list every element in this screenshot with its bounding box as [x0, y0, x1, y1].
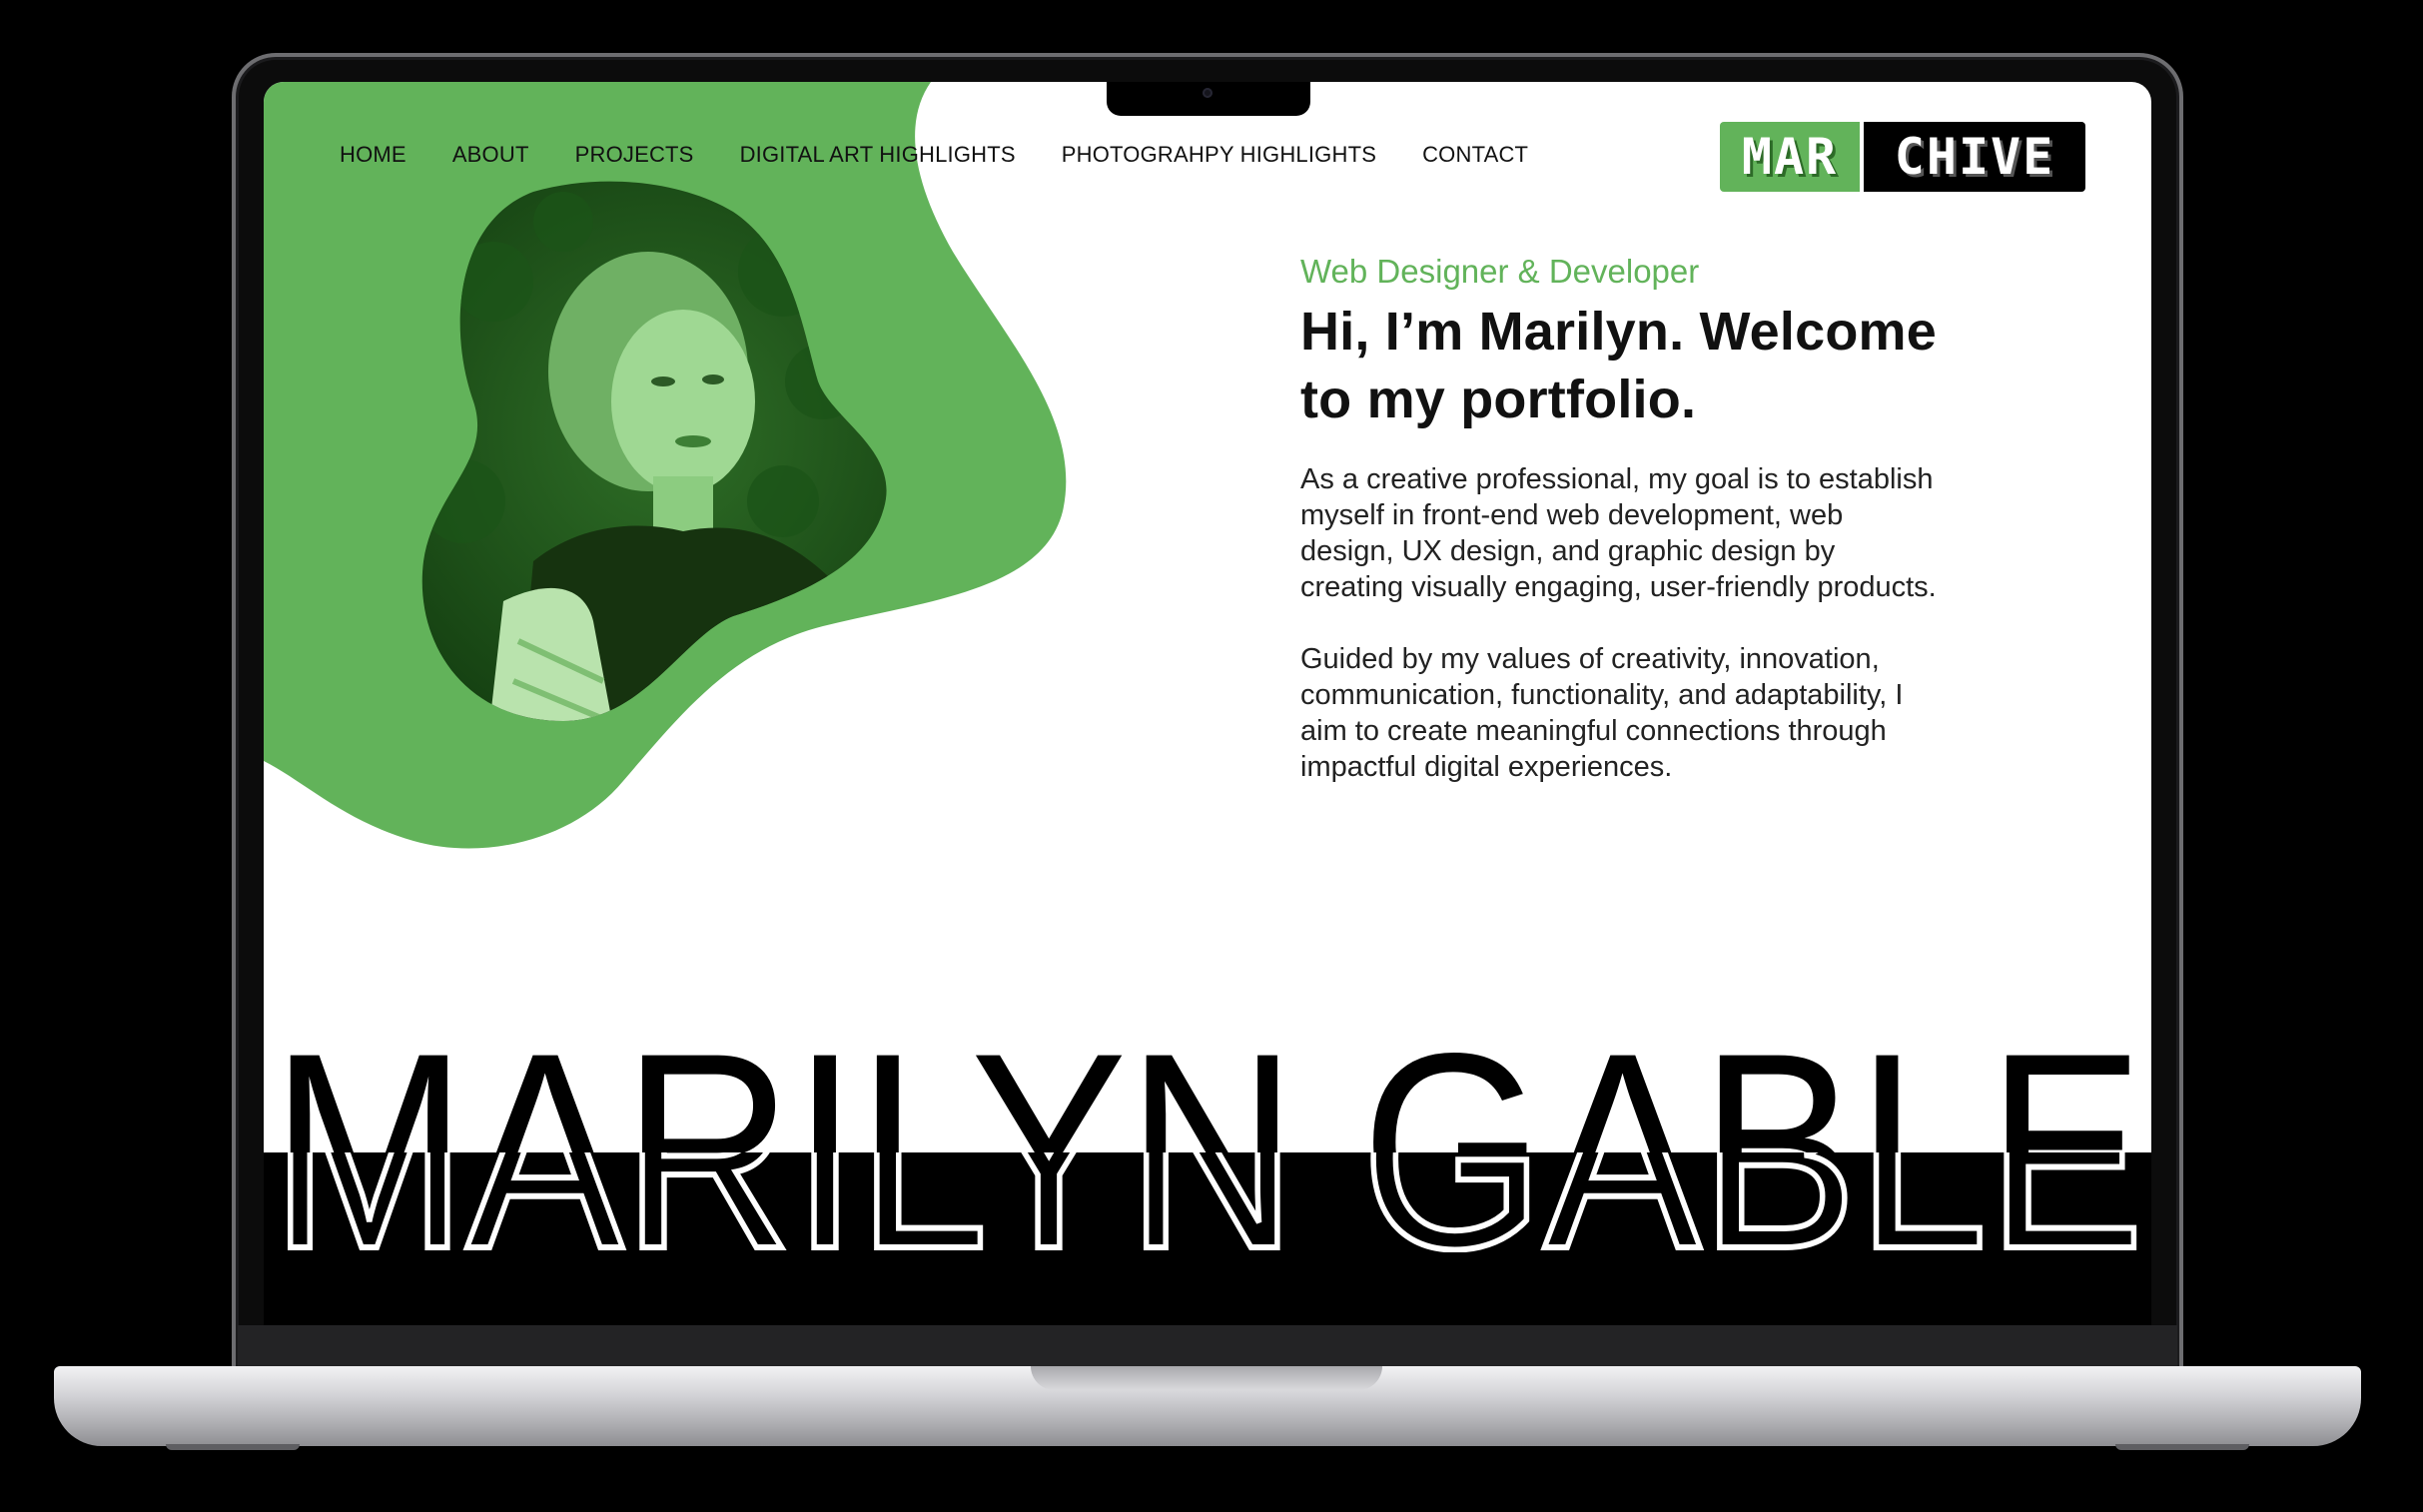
logo-mar: MAR	[1720, 122, 1860, 192]
profile-photo	[421, 181, 887, 721]
laptop-foot-left	[166, 1444, 300, 1450]
nav-digital-art-highlights[interactable]: DIGITAL ART HIGHLIGHTS	[740, 142, 1016, 168]
logo-chive: CHIVE	[1864, 122, 2085, 192]
laptop-opening-notch	[1031, 1366, 1382, 1390]
camera-icon	[1203, 88, 1212, 98]
nav-photography-highlights[interactable]: PHOTOGRAHPY HIGHLIGHTS	[1062, 142, 1376, 168]
laptop-bezel-bottom	[238, 1325, 2177, 1371]
hero-paragraph-2: Guided by my values of creativity, innov…	[1300, 643, 1904, 783]
hero-headline-line2: to my portfolio.	[1300, 370, 1697, 429]
hero-headline: Hi, I’m Marilyn. Welcome to my portfolio…	[1300, 298, 1940, 433]
nav-projects[interactable]: PROJECTS	[575, 142, 694, 168]
name-banner: MARILYN GABLE MARILYN GABLE	[264, 1041, 2151, 1325]
hero-intro: Web Designer & Developer Hi, I’m Marilyn…	[1300, 252, 1940, 785]
main-nav: HOME ABOUT PROJECTS DIGITAL ART HIGHLIGH…	[340, 142, 1528, 168]
nav-about[interactable]: ABOUT	[452, 142, 529, 168]
hero-headline-line1: Hi, I’m Marilyn. Welcome	[1300, 302, 1937, 362]
hero-subtitle: Web Designer & Developer	[1300, 253, 1700, 290]
laptop-foot-right	[2115, 1444, 2249, 1450]
hero-paragraph-1: As a creative professional, my goal is t…	[1300, 463, 1937, 603]
nav-home[interactable]: HOME	[340, 142, 406, 168]
nav-contact[interactable]: CONTACT	[1422, 142, 1528, 168]
site-logo[interactable]: MAR CHIVE	[1720, 122, 2085, 192]
camera-notch	[1107, 82, 1310, 116]
laptop-screen: HOME ABOUT PROJECTS DIGITAL ART HIGHLIGH…	[264, 82, 2151, 1325]
